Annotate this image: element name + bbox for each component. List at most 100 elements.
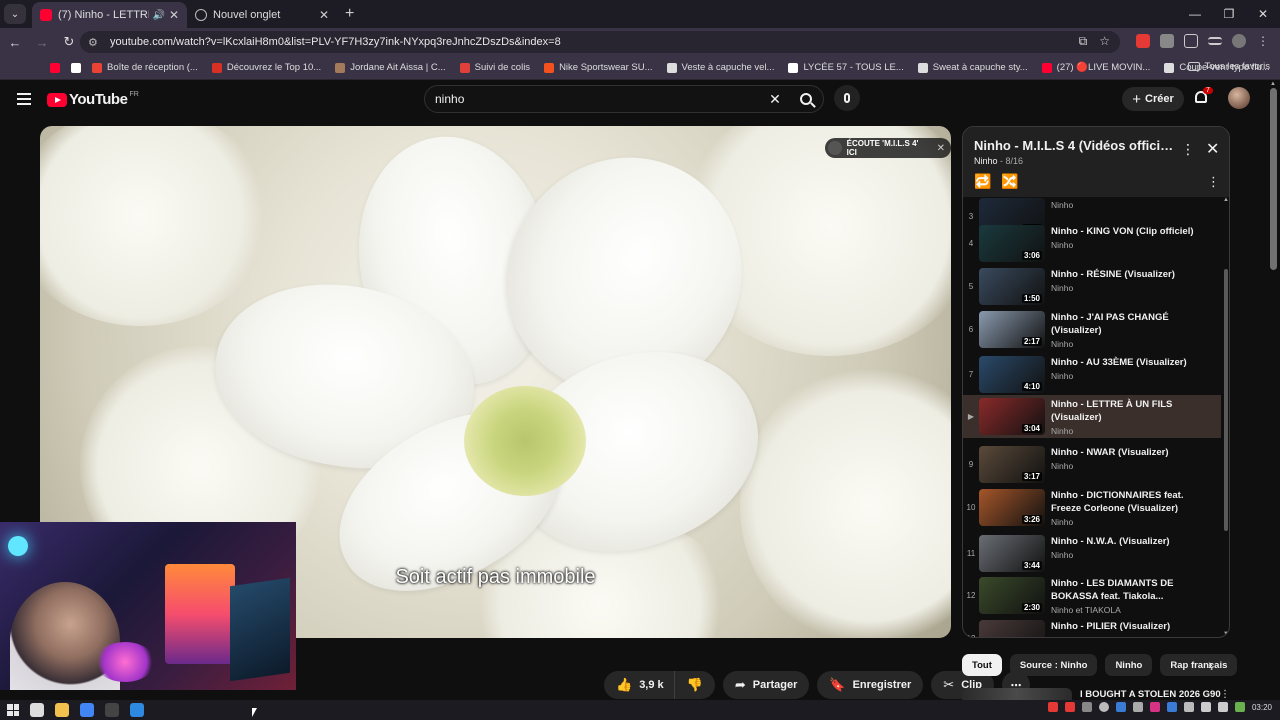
playlist-item[interactable]: ▶ 3:04 Ninho - LETTRE À UN FILS (Visualize… [963,395,1221,438]
bookmark-item[interactable]: LYCÉE 57 - TOUS LE... [788,62,904,73]
playlist-item[interactable]: 6 2:17 Ninho - J'AI PAS CHANGÉ (Visualizer… [963,308,1221,351]
terminal-icon[interactable] [105,703,119,717]
page-scroll-up-icon[interactable]: ▲ [1270,81,1276,87]
save-button[interactable]: 🔖 Enregistrer [817,671,924,699]
video-thumbnail[interactable]: 3:17 [979,446,1045,483]
url-bar[interactable]: ⚙ youtube.com/watch?v=lKcxlaiH8m0&list=P… [80,31,1120,53]
tray-icon[interactable] [1149,702,1160,712]
close-playlist-icon[interactable]: ✕ [1206,139,1219,159]
bookmark-star-icon[interactable]: ☆ [1099,34,1110,49]
clear-search-icon[interactable]: ✕ [761,91,789,108]
bookmark-item[interactable]: Sweat à capuche sty... [917,62,1028,73]
dislike-button[interactable]: 👎 [673,671,715,699]
tab-search-button[interactable]: ⌄ [4,4,26,24]
close-promo-icon[interactable]: ✕ [937,143,945,154]
notifications-button[interactable]: 7 [1192,87,1213,107]
playlist-menu-icon[interactable]: ⋮ [1181,141,1195,158]
video-thumbnail[interactable]: 3:44 [979,535,1045,572]
volume-icon[interactable] [1217,702,1228,712]
extension-icon[interactable] [1160,34,1174,48]
video-thumbnail[interactable]: 2:17 [979,311,1045,348]
playlist-options-icon[interactable]: ⋮ [1207,174,1220,190]
back-button[interactable]: ← [3,35,27,50]
bookmark-item[interactable]: Jordane Ait Aissa | C... [335,62,446,73]
tab-new[interactable]: Nouvel onglet ✕ [187,2,337,28]
filter-chip[interactable]: Source : Ninho [1009,654,1098,676]
tray-icon[interactable] [1081,702,1092,712]
video-thumbnail[interactable]: 3:26 [979,489,1045,526]
bookmark-item[interactable]: (27) 🔴LIVE MOVIN... [1041,62,1150,73]
bookmark-item[interactable]: Découvrez le Top 10... [211,62,321,73]
playlist-item[interactable]: 11 3:44 Ninho - N.W.A. (Visualizer) Ninho [963,532,1221,575]
reload-button[interactable]: ↻ [57,34,81,50]
tab-youtube[interactable]: (7) Ninho - LETTRE À UN FILS 🔊 ✕ [32,2,187,28]
bookmark-item[interactable] [71,62,86,73]
next-video-title[interactable]: I BOUGHT A STOLEN 2026 G90 [1080,689,1221,700]
puzzle-icon[interactable] [1184,34,1198,48]
chrome-icon[interactable] [80,703,94,717]
tray-icon[interactable] [1115,702,1126,712]
files-icon[interactable] [55,703,69,717]
bookmark-item[interactable] [50,62,65,73]
video-menu-icon[interactable]: ⋮ [1220,689,1230,700]
bookmark-item[interactable]: Boîte de réception (... [92,62,198,73]
battery-icon[interactable] [1234,702,1245,712]
playlist-item[interactable]: 4 3:06 Ninho - KING VON (Clip officiel) Nin… [963,222,1221,265]
video-thumbnail[interactable]: 4:10 [979,356,1045,393]
tray-icon[interactable] [1098,702,1109,712]
scroll-down-icon[interactable]: ▼ [1223,631,1229,637]
menu-kebab-icon[interactable]: ⋮ [1256,34,1270,48]
install-icon[interactable]: ⧉ [1079,34,1088,49]
forward-button[interactable]: → [30,35,54,50]
playlist-item[interactable]: 10 3:26 Ninho - DICTIONNAIRES feat. Freeze… [963,486,1221,529]
media-icon[interactable] [1208,37,1222,45]
voice-search-button[interactable] [834,85,860,111]
site-info-icon[interactable]: ⚙ [88,36,102,49]
playlist-item[interactable]: 12 2:30 Ninho - LES DIAMANTS DE BOKASSA fe… [963,574,1221,617]
search-button[interactable] [789,86,823,112]
video-thumbnail[interactable] [979,620,1045,637]
filter-chip[interactable]: Tout [962,654,1002,676]
search-icon[interactable] [30,703,44,717]
close-tab-icon[interactable]: ✕ [169,8,179,22]
video-thumbnail[interactable]: 2:30 [979,577,1045,614]
playlist-channel[interactable]: Ninho [974,156,998,166]
playlist-item[interactable]: 5 1:50 Ninho - RÉSINE (Visualizer) Ninho [963,265,1221,308]
video-thumbnail[interactable]: 3:04 [979,398,1045,435]
clock[interactable]: 03:20 [1252,703,1272,712]
playlist-title[interactable]: Ninho - M.I.L.S 4 (Vidéos officie... [974,138,1174,153]
scroll-up-icon[interactable]: ▲ [1223,197,1229,203]
like-button[interactable]: 👍 3,9 k [604,671,674,699]
playlist-scrollbar[interactable]: ▲ ▼ [1222,197,1229,637]
bookmark-item[interactable]: Suivi de colis [459,62,530,73]
windows-start-icon[interactable] [7,704,19,716]
create-button[interactable]: + Créer [1122,87,1184,111]
search-input[interactable]: ninho [435,92,761,106]
loop-icon[interactable]: 🔁 [974,173,991,190]
tray-icon[interactable] [1132,702,1143,712]
tray-icon[interactable] [1064,702,1075,712]
filter-chip[interactable]: Rap français [1160,654,1238,676]
shuffle-icon[interactable]: 🔀 [1001,173,1018,190]
restore-button[interactable]: ❐ [1212,0,1246,28]
video-thumbnail[interactable]: 3:06 [979,225,1045,262]
minimize-button[interactable]: — [1178,0,1212,28]
speaker-icon[interactable]: 🔊 [152,10,164,21]
network-icon[interactable] [1200,702,1211,712]
all-bookmarks[interactable]: Tous les favoris [1187,61,1270,72]
tray-icon[interactable] [1047,702,1058,712]
close-window-button[interactable]: ✕ [1246,0,1280,28]
avatar[interactable] [1228,87,1250,109]
video-thumbnail[interactable]: 1:50 [979,268,1045,305]
close-tab-icon[interactable]: ✕ [319,8,329,22]
promo-chip[interactable]: ÉCOUTE 'M.I.L.S 4' ICI ✕ [825,138,951,158]
menu-icon[interactable] [17,93,31,105]
playlist-item[interactable]: 9 3:17 Ninho - NWAR (Visualizer) Ninho [963,443,1221,486]
app-icon[interactable] [130,703,144,717]
bluetooth-icon[interactable] [1166,702,1177,712]
page-scrollbar[interactable] [1270,88,1277,270]
apps-grid-icon[interactable] [8,62,10,74]
scrollbar-thumb[interactable] [1224,269,1228,531]
new-tab-button[interactable]: + [345,5,354,23]
filter-chip[interactable]: Ninho [1105,654,1153,676]
